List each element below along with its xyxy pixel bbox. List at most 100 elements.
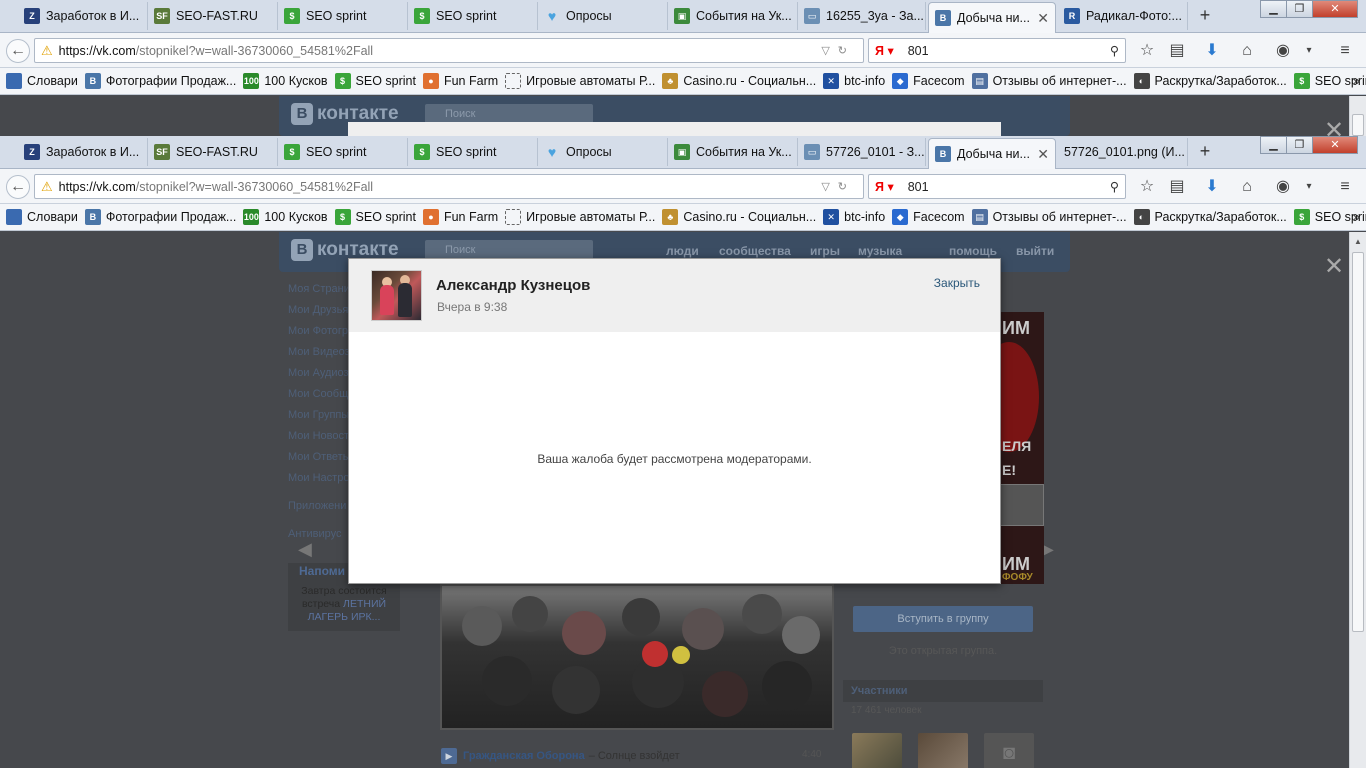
bookmark-0[interactable]: Словари <box>6 209 78 225</box>
author-avatar[interactable] <box>371 270 422 321</box>
menu-my-videos[interactable]: Мои Видеоз <box>288 346 350 358</box>
bookmark-7[interactable]: ✕ btc-info <box>823 73 885 89</box>
menu-apps[interactable]: Приложени <box>288 500 346 512</box>
new-tab-button[interactable]: + <box>1193 140 1217 164</box>
back-page-scrollbar[interactable] <box>1349 96 1366 136</box>
home-icon[interactable]: ⌂ <box>1237 41 1257 61</box>
bookmark-star-icon[interactable]: ☆ <box>1137 41 1157 61</box>
play-icon[interactable]: ▶ <box>441 748 457 764</box>
bookmark-9[interactable]: ▤ Отзывы об интернет-... <box>971 209 1127 225</box>
group-poster[interactable]: ИМ ЕЛЯ Е! ИМ ФОФУ <box>999 312 1044 584</box>
bookmark-0[interactable]: Словари <box>6 73 78 89</box>
bookmark-1[interactable]: B Фотографии Продаж... <box>84 209 236 225</box>
vk-nav-help[interactable]: помощь <box>949 244 997 258</box>
search-icon[interactable]: ⚲ <box>1110 179 1119 194</box>
vk-nav-music[interactable]: музыка <box>858 244 902 258</box>
vk-nav-games[interactable]: игры <box>810 244 840 258</box>
url-controls-icon[interactable]: ▽↻ <box>821 44 855 57</box>
bookmark-4[interactable]: ● Fun Farm <box>422 73 498 89</box>
bookmark-6[interactable]: ♣ Casino.ru - Социальн... <box>662 209 816 225</box>
addon-menu-icon[interactable]: ▾ <box>1299 41 1319 61</box>
menu-my-page[interactable]: Моя Страни <box>288 283 350 295</box>
bookmark-8[interactable]: ◆ Facecom <box>892 73 965 89</box>
back-tab-3[interactable]: $ SEO sprint <box>408 2 538 30</box>
restore-icon[interactable]: ❐ <box>1286 136 1313 154</box>
menu-my-settings[interactable]: Мои Настро <box>288 472 349 484</box>
tab-4[interactable]: ♥ Опросы <box>538 138 668 166</box>
member-avatar[interactable] <box>852 733 902 768</box>
menu-my-groups[interactable]: Мои Группы <box>288 409 349 421</box>
prev-arrow-icon[interactable]: ◀ <box>298 539 312 560</box>
back-tab-8[interactable]: R Радикал-Фото:... <box>1058 2 1188 30</box>
reading-list-icon[interactable]: ▤ <box>1167 177 1187 197</box>
bookmark-3[interactable]: $ SEO sprint <box>334 73 416 89</box>
member-avatar[interactable] <box>918 733 968 768</box>
page-scrollbar[interactable]: ▲ <box>1349 232 1366 768</box>
bookmark-10[interactable]: ◐ Раскрутка/Заработок... <box>1133 209 1287 225</box>
camera-icon[interactable]: ◙ <box>984 733 1034 768</box>
addon-icon[interactable]: ◉ <box>1273 41 1293 61</box>
back-tab-5[interactable]: ▣ События на Ук... <box>668 2 798 30</box>
new-tab-button[interactable]: + <box>1193 4 1217 28</box>
close-tab-icon[interactable]: ✕ <box>1037 10 1049 27</box>
menu-my-news[interactable]: Мои Новост <box>288 430 349 442</box>
scroll-up-icon[interactable]: ▲ <box>1350 234 1366 250</box>
search-icon[interactable]: ⚲ <box>1110 43 1119 58</box>
bookmark-6[interactable]: ♣ Casino.ru - Социальн... <box>662 73 816 89</box>
tab-6[interactable]: ▭ 57726_0101 - З... <box>798 138 926 166</box>
menu-icon[interactable]: ≡ <box>1335 177 1355 197</box>
url-controls-icon[interactable]: ▽↻ <box>821 180 855 193</box>
back-overlay-close-icon[interactable]: ✕ <box>1324 116 1344 136</box>
audio-track[interactable]: ▶ Гражданская Оборона – Солнце взойдет <box>441 748 680 764</box>
restore-icon[interactable]: ❐ <box>1286 0 1313 18</box>
bookmark-8[interactable]: ◆ Facecom <box>892 209 965 225</box>
back-tab-7[interactable]: B Добыча ни... ✕ <box>928 2 1056 33</box>
url-bar[interactable]: ⚠ https://vk.com/stopnikel?w=wall-367300… <box>34 174 864 199</box>
close-window-icon[interactable]: ✕ <box>1312 0 1358 18</box>
menu-my-messages[interactable]: Мои Сообщ <box>288 388 348 400</box>
tab-3[interactable]: $ SEO sprint <box>408 138 538 166</box>
tab-8[interactable]: 57726_0101.png (И... <box>1058 138 1188 166</box>
minimize-icon[interactable]: ▁ <box>1260 0 1287 18</box>
join-group-button[interactable]: Вступить в группу <box>853 606 1033 632</box>
menu-my-friends[interactable]: Мои Друзья <box>288 304 348 316</box>
tab-1[interactable]: SF SEO-FAST.RU <box>148 138 278 166</box>
menu-icon[interactable]: ≡ <box>1335 41 1355 61</box>
bookmark-2[interactable]: 100 100 Кусков <box>243 73 328 89</box>
menu-my-photos[interactable]: Мои Фотогр <box>288 325 348 337</box>
back-arrow-icon[interactable]: ← <box>6 39 30 63</box>
overlay-close-icon[interactable]: ✕ <box>1324 252 1344 281</box>
author-name[interactable]: Александр Кузнецов <box>436 277 590 294</box>
menu-my-answers[interactable]: Мои Ответы <box>288 451 351 463</box>
back-tab-4[interactable]: ♥ Опросы <box>538 2 668 30</box>
bookmark-4[interactable]: ● Fun Farm <box>422 209 498 225</box>
scrollbar-thumb[interactable] <box>1352 252 1364 632</box>
bookmark-star-icon[interactable]: ☆ <box>1137 177 1157 197</box>
back-search-bar[interactable]: Я ▾ 801 ⚲ <box>868 38 1126 63</box>
download-icon[interactable]: ⬇ <box>1202 41 1222 61</box>
vk-nav-communities[interactable]: сообщества <box>719 244 791 258</box>
addon-icon[interactable]: ◉ <box>1273 177 1293 197</box>
bookmark-1[interactable]: B Фотографии Продаж... <box>84 73 236 89</box>
close-modal-link[interactable]: Закрыть <box>934 276 980 290</box>
search-bar[interactable]: Я ▾ 801 ⚲ <box>868 174 1126 199</box>
vk-search-input[interactable]: Поиск <box>425 240 593 260</box>
back-tab-2[interactable]: $ SEO sprint <box>278 2 408 30</box>
back-scrollbar-thumb[interactable] <box>1352 114 1364 136</box>
tab-5[interactable]: ▣ События на Ук... <box>668 138 798 166</box>
audio-artist[interactable]: Гражданская Оборона <box>463 750 585 762</box>
back-tab-6[interactable]: ▭ 16255_3ya - За... <box>798 2 926 30</box>
bookmark-2[interactable]: 100 100 Кусков <box>243 209 328 225</box>
vk-nav-people[interactable]: люди <box>666 244 699 258</box>
back-arrow-icon[interactable]: ← <box>6 175 30 199</box>
bookmarks-overflow-icon[interactable]: » <box>1353 209 1360 224</box>
post-time[interactable]: Вчера в 9:38 <box>437 300 507 314</box>
bookmark-5[interactable]: Игровые автоматы Р... <box>505 73 655 89</box>
addon-menu-icon[interactable]: ▾ <box>1299 177 1319 197</box>
members-header[interactable]: Участники <box>843 680 1043 702</box>
download-icon[interactable]: ⬇ <box>1202 177 1222 197</box>
bookmark-10[interactable]: ◐ Раскрутка/Заработок... <box>1133 73 1287 89</box>
post-photo[interactable] <box>440 584 834 730</box>
menu-antivirus[interactable]: Антивирус <box>288 528 341 540</box>
bookmark-7[interactable]: ✕ btc-info <box>823 209 885 225</box>
